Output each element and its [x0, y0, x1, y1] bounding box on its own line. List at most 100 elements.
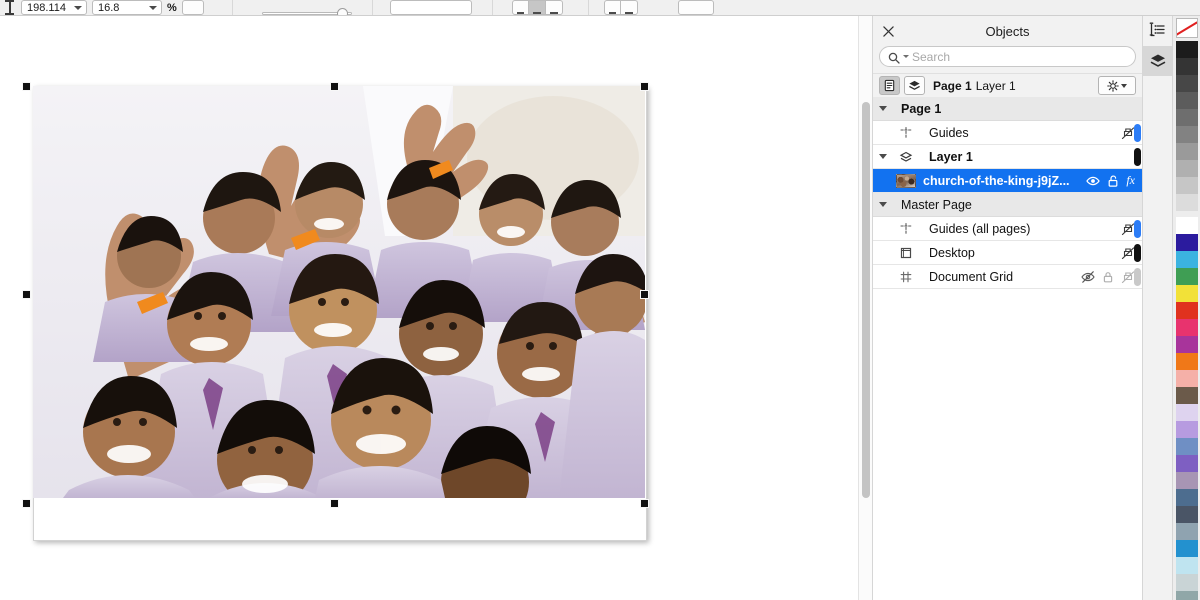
percent-label: % — [167, 2, 177, 14]
tree-row-image-object[interactable]: church-of-the-king-j9jZ... fx — [873, 169, 1142, 193]
chevron-down-icon[interactable] — [1121, 83, 1127, 88]
structure-tab-button[interactable] — [1143, 16, 1173, 46]
color-swatch[interactable] — [1176, 234, 1198, 251]
height-value: 198.114 — [27, 1, 66, 14]
lock-ratio-button[interactable] — [181, 0, 204, 15]
tree-row-page-1[interactable]: Page 1 — [873, 97, 1142, 121]
fx-icon[interactable]: fx — [1126, 173, 1135, 188]
panel-settings-button[interactable] — [1098, 76, 1136, 95]
color-swatch[interactable] — [1176, 557, 1198, 574]
tree-row-desktop[interactable]: Desktop — [873, 241, 1142, 265]
handle-bottom-left[interactable] — [22, 499, 31, 508]
chevron-down-icon[interactable] — [74, 6, 82, 10]
handle-top-left[interactable] — [22, 82, 31, 91]
align-segment[interactable] — [512, 0, 563, 15]
color-swatch[interactable] — [1176, 472, 1198, 489]
more-options-button[interactable] — [678, 0, 714, 15]
color-swatch[interactable] — [1176, 404, 1198, 421]
handle-top-right[interactable] — [640, 82, 649, 91]
tree-row-master-page[interactable]: Master Page — [873, 193, 1142, 217]
color-swatch[interactable] — [1176, 251, 1198, 268]
objects-tree[interactable]: Page 1 Guides Layer 1 church-of-the-king… — [873, 97, 1142, 600]
tree-row-layer-1[interactable]: Layer 1 — [873, 145, 1142, 169]
color-swatch[interactable] — [1176, 438, 1198, 455]
color-swatch[interactable] — [1176, 523, 1198, 540]
color-swatch[interactable] — [1176, 194, 1198, 211]
layers-tab-button[interactable] — [1143, 46, 1173, 76]
color-swatch[interactable] — [1176, 41, 1198, 58]
document-canvas[interactable] — [0, 16, 860, 600]
color-palette[interactable] — [1172, 16, 1200, 600]
search-input[interactable] — [912, 47, 1127, 66]
color-swatch[interactable] — [1176, 75, 1198, 92]
disclosure-triangle[interactable] — [873, 154, 893, 159]
page-toggle-button[interactable] — [879, 76, 900, 95]
handle-bottom-right[interactable] — [640, 499, 649, 508]
color-swatch[interactable] — [1176, 387, 1198, 404]
color-swatch[interactable] — [1176, 58, 1198, 75]
layer-color-bar — [1134, 124, 1141, 142]
color-swatch[interactable] — [1176, 319, 1198, 336]
close-icon[interactable] — [879, 22, 897, 40]
color-swatch[interactable] — [1176, 285, 1198, 302]
print-off-icon[interactable] — [1121, 246, 1135, 260]
color-swatch[interactable] — [1176, 336, 1198, 353]
color-swatch[interactable] — [1176, 302, 1198, 319]
eye-off-icon[interactable] — [1081, 270, 1095, 284]
color-swatch[interactable] — [1176, 540, 1198, 557]
chevron-down-icon[interactable] — [903, 55, 909, 58]
layer-toggle-button[interactable] — [904, 76, 925, 95]
height-field[interactable]: 198.114 — [21, 0, 87, 15]
align-center-button[interactable] — [529, 0, 546, 15]
color-swatch[interactable] — [1176, 143, 1198, 160]
color-swatch[interactable] — [1176, 421, 1198, 438]
color-swatch[interactable] — [1176, 489, 1198, 506]
color-swatch[interactable] — [1176, 177, 1198, 194]
color-swatch[interactable] — [1176, 109, 1198, 126]
tree-row-document-grid[interactable]: Document Grid — [873, 265, 1142, 289]
color-swatch[interactable] — [1176, 353, 1198, 370]
distribute-v-button[interactable] — [621, 0, 638, 15]
eye-icon[interactable] — [1086, 174, 1101, 188]
color-swatch[interactable] — [1176, 506, 1198, 523]
unlock-icon[interactable] — [1106, 174, 1120, 188]
color-swatch[interactable] — [1176, 370, 1198, 387]
color-swatch[interactable] — [1176, 268, 1198, 285]
opacity-slider[interactable] — [262, 0, 352, 15]
color-swatch[interactable] — [1176, 126, 1198, 143]
search-box[interactable] — [879, 46, 1136, 67]
slider-knob[interactable] — [337, 8, 348, 15]
print-off-icon[interactable] — [1121, 126, 1135, 140]
color-swatch[interactable] — [1176, 455, 1198, 472]
desktop-icon — [893, 246, 919, 260]
color-swatch[interactable] — [1176, 217, 1198, 234]
disclosure-triangle[interactable] — [873, 106, 893, 111]
distribute-h-button[interactable] — [604, 0, 621, 15]
breadcrumb-layer-label[interactable]: Layer 1 — [976, 79, 1016, 93]
align-left-button[interactable] — [512, 0, 529, 15]
scale-field[interactable]: 16.8 — [92, 0, 162, 15]
align-right-button[interactable] — [546, 0, 563, 15]
disclosure-triangle[interactable] — [873, 202, 893, 207]
tree-row-guides-all-pages[interactable]: Guides (all pages) — [873, 217, 1142, 241]
lock-icon[interactable] — [1101, 270, 1115, 284]
color-swatch[interactable] — [1176, 160, 1198, 177]
chevron-down-icon[interactable] — [149, 6, 157, 10]
color-swatch[interactable] — [1176, 574, 1198, 591]
style-field[interactable] — [390, 0, 472, 15]
breadcrumb-page-label[interactable]: Page 1 — [933, 79, 972, 93]
none-swatch[interactable] — [1176, 18, 1198, 38]
scrollbar-thumb[interactable] — [862, 102, 870, 498]
print-off-icon[interactable] — [1121, 222, 1135, 236]
color-swatch[interactable] — [1176, 591, 1198, 600]
handle-middle-left[interactable] — [22, 290, 31, 299]
tree-row-guides[interactable]: Guides — [873, 121, 1142, 145]
print-off-icon[interactable] — [1121, 270, 1135, 284]
canvas-vertical-scrollbar[interactable] — [858, 16, 872, 600]
selected-image-object[interactable] — [33, 86, 645, 498]
handle-middle-right[interactable] — [640, 290, 649, 299]
handle-top-center[interactable] — [330, 82, 339, 91]
handle-bottom-center[interactable] — [330, 499, 339, 508]
distribute-segment[interactable] — [604, 0, 638, 15]
color-swatch[interactable] — [1176, 92, 1198, 109]
